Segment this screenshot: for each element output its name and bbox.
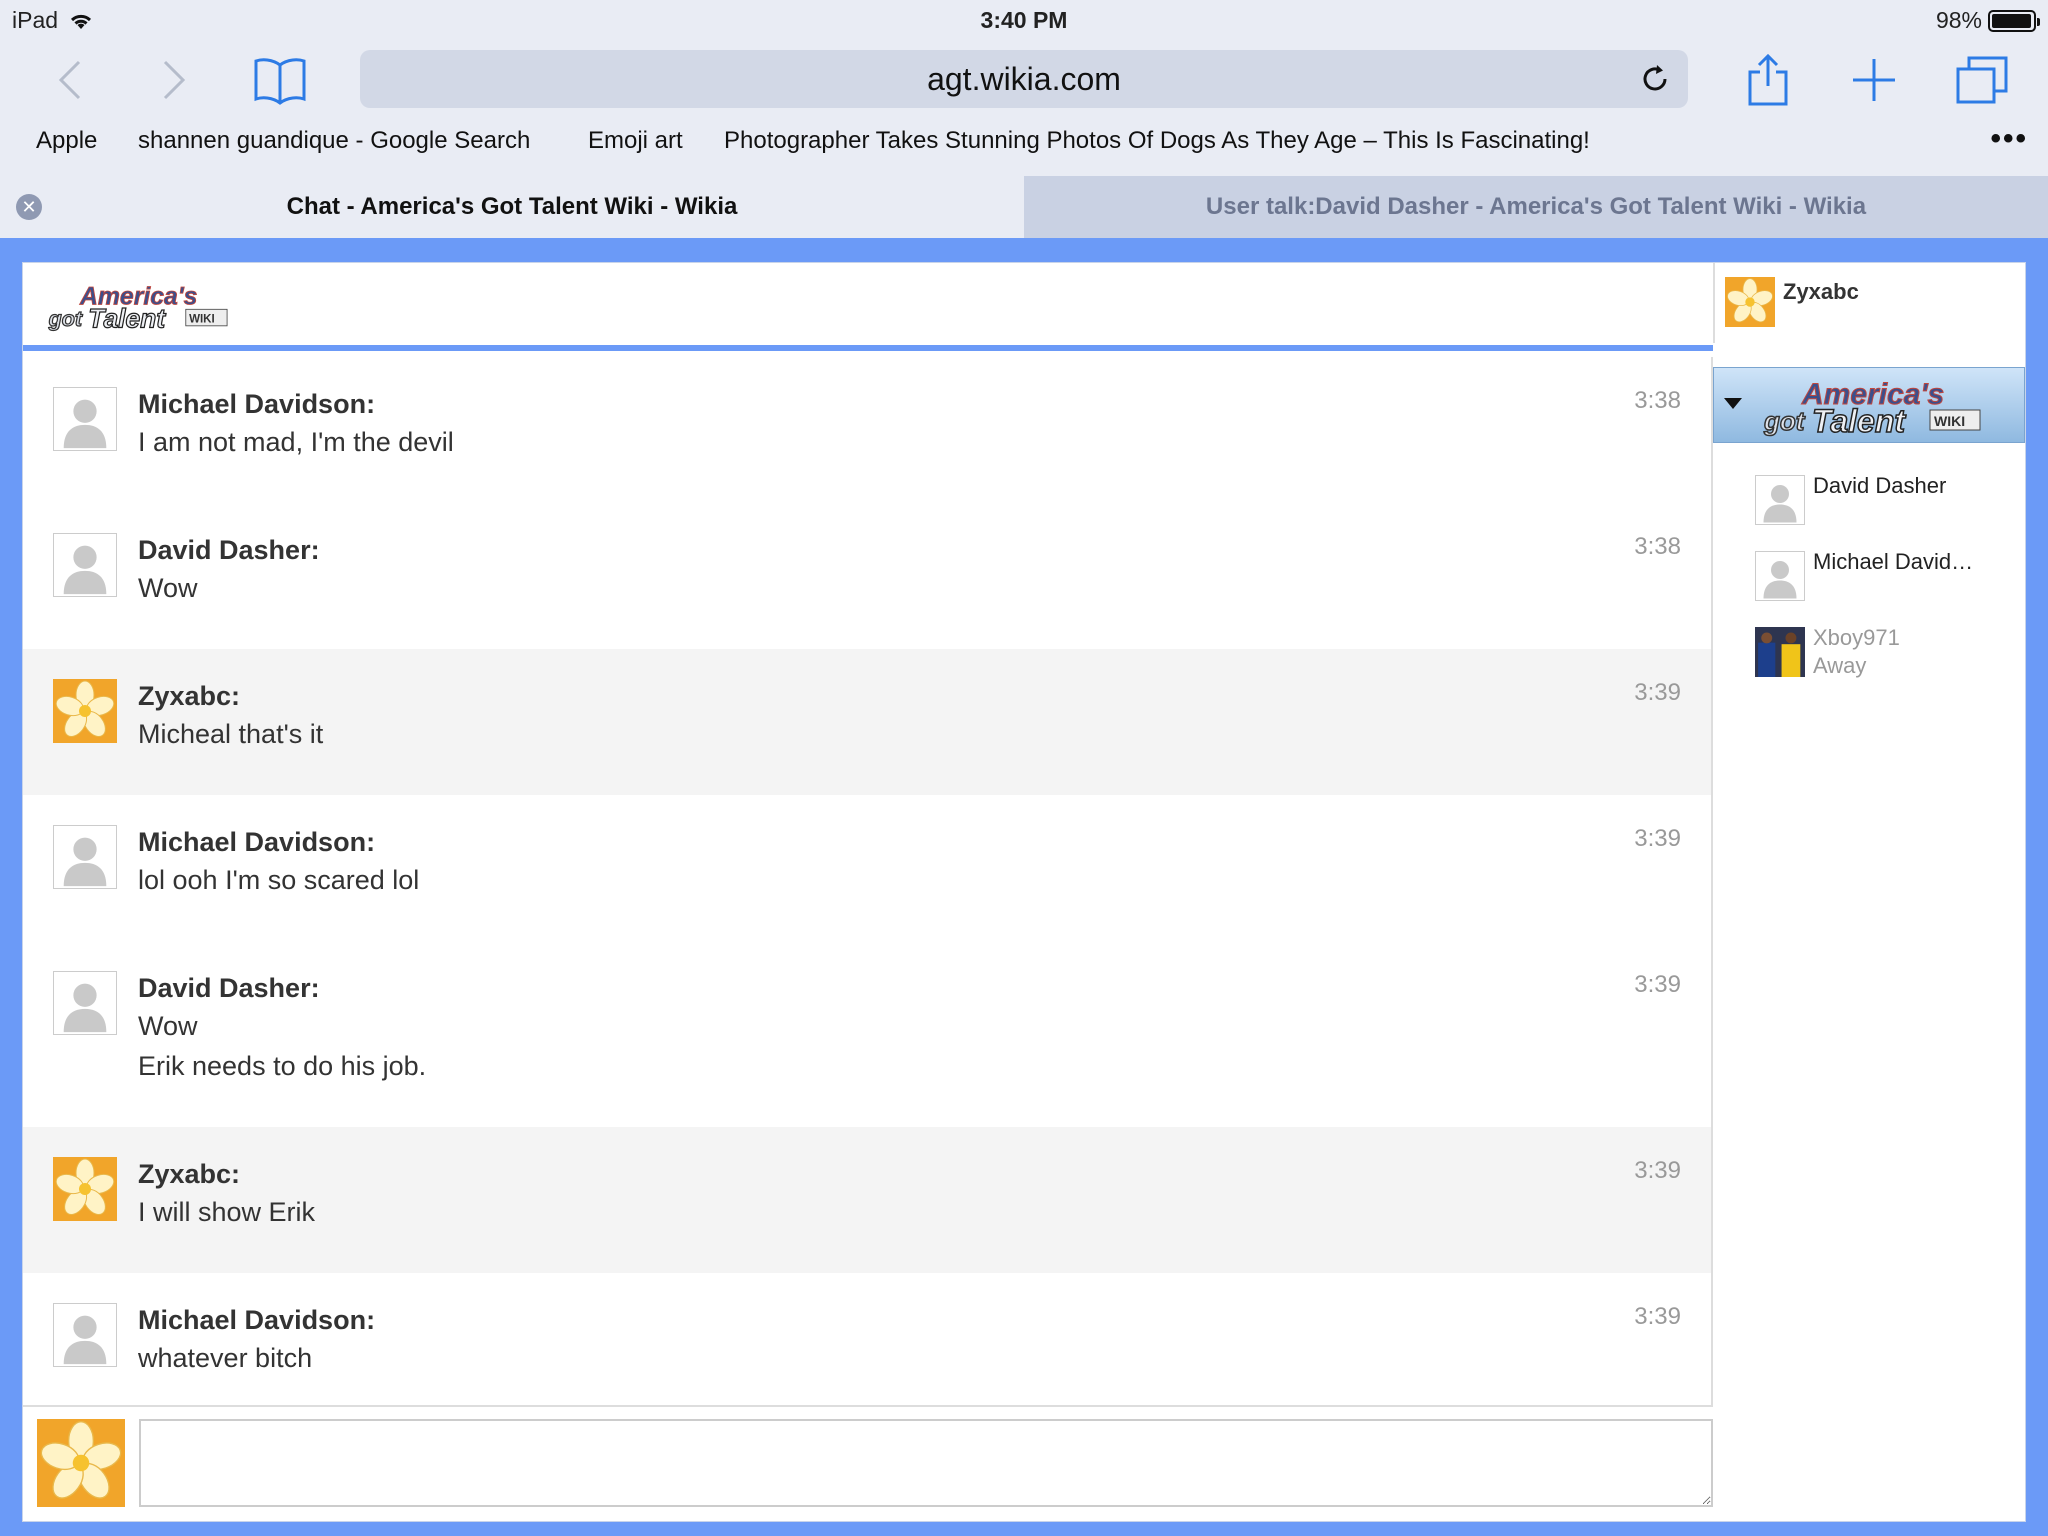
user-avatar[interactable] (53, 387, 117, 451)
page-background: Zyxabc Michael Davidson: I am not mad, I… (0, 238, 2048, 1536)
battery-icon (1988, 9, 2040, 32)
message-input[interactable] (139, 1419, 1713, 1507)
message-text: Wow (138, 1011, 198, 1041)
user-avatar[interactable] (53, 971, 117, 1035)
message-time: 3:39 (1634, 679, 1681, 706)
message: Zyxabc: I will show Erik 3:39 (23, 1127, 1711, 1273)
my-avatar (37, 1419, 125, 1507)
user-list-item[interactable]: Michael David… (1755, 547, 2025, 603)
reload-icon[interactable] (1638, 62, 1672, 96)
room-header[interactable] (1713, 367, 2025, 443)
url-text: agt.wikia.com (927, 60, 1121, 97)
user-avatar[interactable] (53, 679, 117, 743)
message: Zyxabc: Micheal that's it 3:39 (23, 649, 1711, 795)
message-author[interactable]: Michael Davidson: (138, 827, 375, 858)
back-button[interactable] (40, 50, 100, 110)
chat-panel: Zyxabc Michael Davidson: I am not mad, I… (22, 262, 2026, 1522)
tab-user-talk[interactable]: User talk:David Dasher - America's Got T… (1024, 176, 2048, 238)
chat-header (23, 263, 1713, 351)
user-avatar[interactable] (53, 825, 117, 889)
bookmark-google-search[interactable]: shannen guandique - Google Search (138, 127, 530, 155)
user-name: David Dasher (1813, 473, 1947, 498)
tab-user-talk-title: User talk:David Dasher - America's Got T… (1205, 193, 1867, 220)
tab-chat[interactable]: ✕ Chat - America's Got Talent Wiki - Wik… (0, 176, 1024, 238)
user-status: Away (1813, 653, 1867, 678)
message-author[interactable]: Michael Davidson: (138, 1305, 375, 1336)
bookmark-apple[interactable]: Apple (36, 127, 97, 155)
user-avatar (1755, 475, 1805, 525)
status-bar: iPad 3:40 PM 98% (0, 0, 2048, 40)
message-time: 3:38 (1634, 533, 1681, 560)
url-bar[interactable]: agt.wikia.com (360, 50, 1688, 108)
message-time: 3:38 (1634, 387, 1681, 414)
message-text: Micheal that's it (138, 719, 324, 749)
forward-button[interactable] (144, 50, 204, 110)
message-text: I will show Erik (138, 1197, 316, 1227)
user-avatar (1755, 627, 1805, 677)
browser-toolbar: agt.wikia.com (0, 40, 2048, 120)
book-icon (254, 58, 306, 105)
message-text: whatever bitch (138, 1343, 313, 1373)
message: Michael Davidson: whatever bitch 3:39 (23, 1273, 1711, 1405)
more-bookmarks-icon[interactable]: ••• (1990, 122, 2028, 156)
bookmark-emoji-art[interactable]: Emoji art (588, 127, 683, 155)
user-avatar[interactable] (53, 1303, 117, 1367)
current-user-name[interactable]: Zyxabc (1783, 279, 1859, 305)
message-time: 3:39 (1634, 1157, 1681, 1184)
message-author[interactable]: Zyxabc: (138, 1159, 240, 1190)
user-avatar[interactable] (53, 533, 117, 597)
user-list-sidebar: David Dasher Michael David… Xboy971 Away (1713, 357, 2027, 1407)
user-avatar (1755, 551, 1805, 601)
bookmarks-bar: Apple shannen guandique - Google Search … (0, 122, 2048, 166)
tabs-icon (1956, 56, 2008, 104)
message-text: Erik needs to do his job. (138, 1051, 427, 1081)
message-time: 3:39 (1634, 1303, 1681, 1330)
message-author[interactable]: Michael Davidson: (138, 389, 375, 420)
message: David Dasher: Wow Erik needs to do his j… (23, 941, 1711, 1127)
share-icon (1748, 53, 1788, 106)
tab-bar: ✕ Chat - America's Got Talent Wiki - Wik… (0, 176, 2048, 238)
message-author[interactable]: David Dasher: (138, 535, 320, 566)
current-user-avatar[interactable] (1725, 277, 1775, 327)
room-logo (1762, 374, 1992, 438)
user-avatar[interactable] (53, 1157, 117, 1221)
user-list-item[interactable]: Xboy971 Away (1755, 623, 2025, 679)
message-author[interactable]: David Dasher: (138, 973, 320, 1004)
message-time: 3:39 (1634, 825, 1681, 852)
close-tab-icon[interactable]: ✕ (16, 194, 42, 220)
message-time: 3:39 (1634, 971, 1681, 998)
chevron-left-icon (58, 60, 81, 100)
user-list-item[interactable]: David Dasher (1755, 471, 2025, 527)
battery-percent: 98% (1935, 7, 1982, 33)
share-button[interactable] (1738, 50, 1798, 110)
message-text: I am not mad, I'm the devil (138, 427, 454, 457)
agt-wiki-logo[interactable] (47, 275, 237, 337)
message-text: lol ooh I'm so scared lol (138, 865, 420, 895)
clock: 3:40 PM (980, 7, 1068, 33)
message-list[interactable]: Michael Davidson: I am not mad, I'm the … (23, 357, 1713, 1407)
tabs-button[interactable] (1952, 50, 2012, 110)
new-tab-button[interactable] (1844, 50, 1904, 110)
bookmarks-button[interactable] (250, 50, 310, 110)
bookmark-dogs-article[interactable]: Photographer Takes Stunning Photos Of Do… (724, 127, 1590, 155)
plus-icon (1853, 59, 1895, 101)
user-name: Michael David… (1813, 549, 1974, 574)
chevron-right-icon (163, 60, 186, 100)
tab-chat-title: Chat - America's Got Talent Wiki - Wikia (286, 193, 738, 220)
collapse-caret-icon[interactable] (1724, 398, 1742, 409)
user-name: Xboy971 (1813, 625, 1900, 650)
compose-area (23, 1407, 2027, 1523)
message: Michael Davidson: lol ooh I'm so scared … (23, 795, 1711, 941)
message-text: Wow (138, 573, 198, 603)
message: Michael Davidson: I am not mad, I'm the … (23, 357, 1711, 503)
message-author[interactable]: Zyxabc: (138, 681, 240, 712)
message: David Dasher: Wow 3:38 (23, 503, 1711, 649)
current-user-box: Zyxabc (1713, 263, 2027, 343)
